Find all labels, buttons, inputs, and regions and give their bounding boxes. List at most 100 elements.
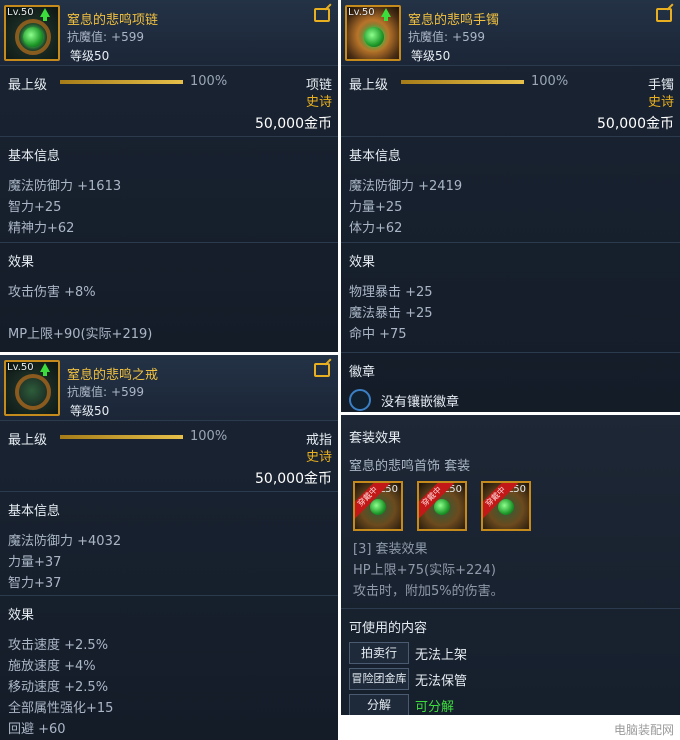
emblem-text: 没有镶嵌徽章 [381,394,460,410]
item-name: 窒息的悲鸣手镯 [408,13,500,28]
item-rarity: 史诗 [647,95,674,110]
equipped-ribbon: 穿戴中 [483,483,518,519]
effect-line: 命中 +75 [349,327,407,342]
equipped-ribbon: 穿戴中 [419,483,454,519]
emblem-socket-icon [349,389,371,411]
grade-row: 最上级 100% 项链 [0,68,338,94]
adventure-vault-button[interactable]: 冒险团金库 [349,668,409,690]
item-price: 50,000金币 [255,116,332,132]
usable-row-disassemble: 分解 可分解 [341,692,680,715]
ring-shape [15,374,51,410]
effect-line: 物理暴击 +25 [349,285,433,300]
bracelet-item-icon[interactable]: Lv.50 [345,5,401,61]
set-bonus-header: [3] 套装效果 [353,542,428,557]
set-item-bracelet-icon[interactable]: L50 穿戴中 [417,481,467,531]
level-badge: Lv.50 [348,7,375,18]
effect-line: 攻击伤害 +8% [8,285,96,300]
emblem-slot[interactable]: 没有镶嵌徽章 [349,386,672,412]
disassemble-button[interactable]: 分解 [349,694,409,715]
auction-button[interactable]: 拍卖行 [349,642,409,664]
upgrade-arrow-icon [381,8,391,21]
ring-item-icon[interactable]: Lv.50 [4,360,60,416]
section-title: 基本信息 [8,149,61,164]
gem-icon [434,499,450,515]
grade-label: 最上级 [349,78,389,93]
section-title: 效果 [349,255,376,270]
item-level: 等级50 [70,49,110,63]
usable-row-vault: 冒险团金库 无法保管 [341,666,680,692]
grade-progress-bar [60,80,183,84]
share-icon[interactable] [656,8,672,22]
grade-progress-fill [60,435,183,439]
grade-row: 最上级 100% 手镯 [341,68,680,94]
grade-percent: 100% [190,74,228,89]
set-bonus-line: 攻击时，附加5%的伤害。 [353,584,504,599]
basic-info-section: 基本信息 魔法防御力 +4032 力量+37 智力+37 [0,491,338,595]
item-slot: 戒指 [305,433,332,448]
grade-label: 最上级 [8,78,48,93]
grade-progress-bar [401,80,524,84]
necklace-header: Lv.50 窒息的悲鸣项链 抗魔值: +599 等级50 [0,0,338,66]
vault-status: 无法保管 [415,673,468,689]
item-price: 50,000金币 [255,471,332,487]
bracelet-tooltip: Lv.50 窒息的悲鸣手镯 抗魔值: +599 等级50 最上级 100% 手镯 … [341,0,680,412]
effect-line: 移动速度 +2.5% [8,680,109,695]
grade-label: 最上级 [8,433,48,448]
stat-line: 体力+62 [349,221,403,236]
effect-section: 效果 攻击速度 +2.5% 施放速度 +4% 移动速度 +2.5% 全部属性强化… [0,595,338,740]
stat-line: 智力+25 [8,200,62,215]
stat-line: 力量+25 [349,200,403,215]
item-price: 50,000金币 [597,116,674,132]
set-item-icons: L50 穿戴中 L50 穿戴中 L50 穿戴中 [341,481,680,533]
grade-progress-fill [60,80,183,84]
gem-icon [364,27,384,47]
section-title: 效果 [8,608,35,623]
effect-line: 魔法暴击 +25 [349,306,433,321]
upgrade-arrow-icon [40,8,50,21]
grade-percent: 100% [531,74,569,89]
upgrade-arrow-icon [40,363,50,376]
stat-line: 魔法防御力 +1613 [8,179,122,194]
level-badge: Lv.50 [7,362,34,373]
effect-section: 效果 物理暴击 +25 魔法暴击 +25 命中 +75 [341,242,680,352]
set-bonus-line: HP上限+75(实际+224) [353,563,496,578]
stat-line: 魔法防御力 +2419 [349,179,463,194]
item-level: 等级50 [411,49,451,63]
disassemble-status: 可分解 [415,699,455,715]
item-name: 窒息的悲鸣之戒 [67,368,159,383]
grade-percent: 100% [190,429,228,444]
item-level: 等级50 [70,404,110,418]
level-badge: Lv.50 [7,7,34,18]
stat-line: 精神力+62 [8,221,75,236]
section-title: 基本信息 [349,149,402,164]
share-icon[interactable] [314,363,330,377]
item-slot: 项链 [305,78,332,93]
necklace-tooltip: Lv.50 窒息的悲鸣项链 抗魔值: +599 等级50 最上级 100% 项链 … [0,0,338,352]
set-item-ring-icon[interactable]: L50 穿戴中 [481,481,531,531]
effect-line [8,303,330,324]
item-rarity: 史诗 [305,95,332,110]
auction-status: 无法上架 [415,647,468,663]
ring-header: Lv.50 窒息的悲鸣之戒 抗魔值: +599 等级50 [0,355,338,421]
section-title: 徽章 [349,365,376,380]
grade-progress-bar [60,435,183,439]
watermark: 电脑装配网 [613,723,674,737]
emblem-section: 徽章 没有镶嵌徽章 [341,352,680,412]
gem-icon [370,499,386,515]
necklace-item-icon[interactable]: Lv.50 [4,5,60,61]
stat-line: 力量+37 [8,555,62,570]
ring-tooltip: Lv.50 窒息的悲鸣之戒 抗魔值: +599 等级50 最上级 100% 戒指 … [0,355,338,740]
effect-line: 回避 +60 [8,722,66,737]
set-item-necklace-icon[interactable]: L50 穿戴中 [353,481,403,531]
item-slot: 手镯 [647,78,674,93]
grade-row: 最上级 100% 戒指 [0,423,338,449]
share-icon[interactable] [314,8,330,22]
effect-line: 施放速度 +4% [8,659,96,674]
basic-info-section: 基本信息 魔法防御力 +1613 智力+25 精神力+62 [0,136,338,242]
effect-line: 全部属性强化+15 [8,701,114,716]
section-title: 效果 [8,255,35,270]
gem-icon [498,499,514,515]
set-bonus-block: [3] 套装效果 HP上限+75(实际+224) 攻击时，附加5%的伤害。 [341,533,680,602]
bracelet-header: Lv.50 窒息的悲鸣手镯 抗魔值: +599 等级50 [341,0,680,66]
item-stat: 抗魔值: +599 [67,30,145,44]
